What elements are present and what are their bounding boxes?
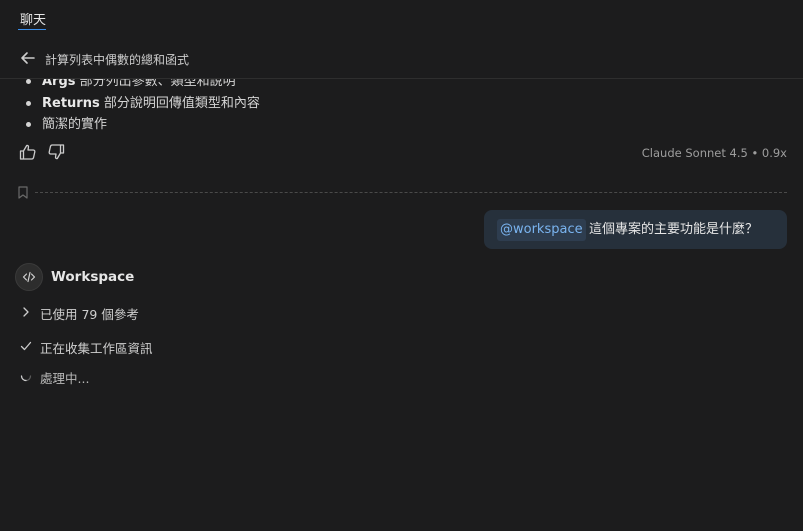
step-label: 處理中... bbox=[40, 371, 90, 386]
agent-avatar bbox=[15, 263, 43, 291]
agent-name: Workspace bbox=[51, 269, 135, 285]
thumbs-up-icon[interactable] bbox=[18, 142, 38, 162]
check-icon bbox=[20, 341, 32, 351]
step-label: 正在收集工作區資訊 bbox=[40, 341, 153, 356]
chevron-right-icon bbox=[23, 307, 29, 317]
tab-bar: 聊天 bbox=[0, 0, 803, 34]
spinner-icon bbox=[20, 375, 32, 382]
back-arrow-icon[interactable] bbox=[19, 49, 37, 67]
list-item: Returns 部分說明回傳值類型和內容 bbox=[24, 93, 260, 115]
conversation-title: 計算列表中偶數的總和函式 bbox=[45, 53, 190, 67]
user-message-text: 這個專案的主要功能是什麼？ bbox=[589, 222, 759, 237]
code-icon bbox=[22, 271, 36, 283]
list-item: Args 部分列出參數、類型和說明 bbox=[24, 79, 260, 93]
response-bullet-list: Args 部分列出參數、類型和說明 Returns 部分說明回傳值類型和內容 簡… bbox=[24, 79, 260, 136]
message-divider bbox=[35, 192, 787, 193]
workspace-mention[interactable]: @workspace bbox=[497, 219, 586, 241]
model-info: Claude Sonnet 4.5 • 0.9x bbox=[641, 146, 787, 160]
tab-chat[interactable]: 聊天 bbox=[20, 9, 46, 28]
active-tab-indicator bbox=[18, 29, 46, 30]
thumbs-down-icon[interactable] bbox=[46, 142, 66, 162]
list-item: 簡潔的實作 bbox=[24, 114, 260, 136]
references-label: 已使用 79 個參考 bbox=[40, 307, 139, 322]
user-message-bubble: @workspace 這個專案的主要功能是什麼？ bbox=[484, 210, 787, 249]
chat-header: 計算列表中偶數的總和函式 bbox=[0, 42, 803, 79]
bookmark-icon[interactable] bbox=[17, 186, 29, 199]
